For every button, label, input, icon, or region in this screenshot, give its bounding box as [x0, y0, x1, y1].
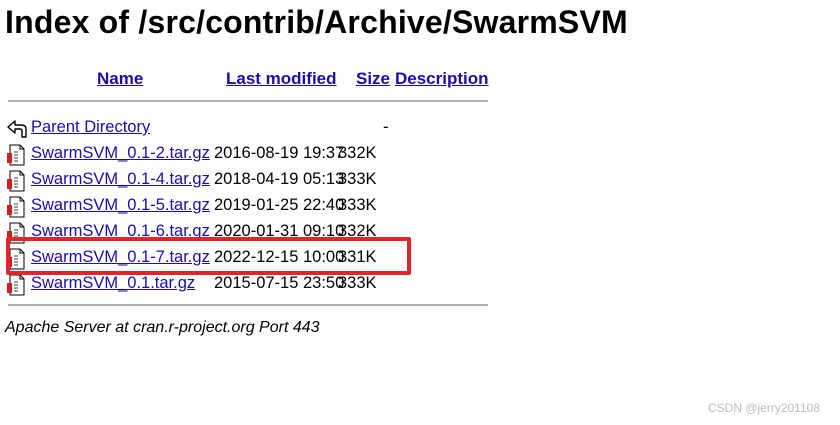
compressed-file-icon — [6, 170, 28, 192]
page-title: Index of /src/contrib/Archive/SwarmSVM — [5, 4, 628, 40]
compressed-file-icon — [6, 144, 28, 166]
file-size: 333K — [338, 274, 377, 292]
column-header-size[interactable]: Size — [356, 69, 390, 89]
file-link[interactable]: SwarmSVM_0.1.tar.gz — [31, 274, 195, 293]
server-footer: Apache Server at cran.r-project.org Port… — [5, 319, 320, 336]
parent-directory-size: - — [383, 118, 389, 136]
file-link[interactable]: SwarmSVM_0.1-2.tar.gz — [31, 144, 210, 163]
bottom-divider — [8, 304, 488, 306]
file-link[interactable]: SwarmSVM_0.1-5.tar.gz — [31, 196, 210, 215]
file-link[interactable]: SwarmSVM_0.1-4.tar.gz — [31, 170, 210, 189]
column-header-description[interactable]: Description — [395, 69, 489, 89]
back-arrow-icon — [6, 118, 28, 140]
top-divider — [8, 100, 488, 102]
file-size: 333K — [338, 196, 377, 214]
file-modified: 2015-07-15 23:50 — [214, 274, 345, 292]
file-modified: 2018-04-19 05:13 — [214, 170, 345, 188]
file-modified: 2016-08-19 19:37 — [214, 144, 345, 162]
file-modified: 2019-01-25 22:40 — [214, 196, 345, 214]
compressed-file-icon — [6, 196, 28, 218]
file-size: 333K — [338, 170, 377, 188]
column-header-name[interactable]: Name — [97, 69, 143, 89]
parent-directory-link[interactable]: Parent Directory — [31, 118, 150, 137]
watermark: CSDN @jerry201108 — [707, 401, 820, 415]
file-size: 332K — [338, 144, 377, 162]
compressed-file-icon — [6, 274, 28, 296]
highlight-annotation-box — [6, 237, 411, 275]
column-header-last-modified[interactable]: Last modified — [226, 69, 337, 89]
